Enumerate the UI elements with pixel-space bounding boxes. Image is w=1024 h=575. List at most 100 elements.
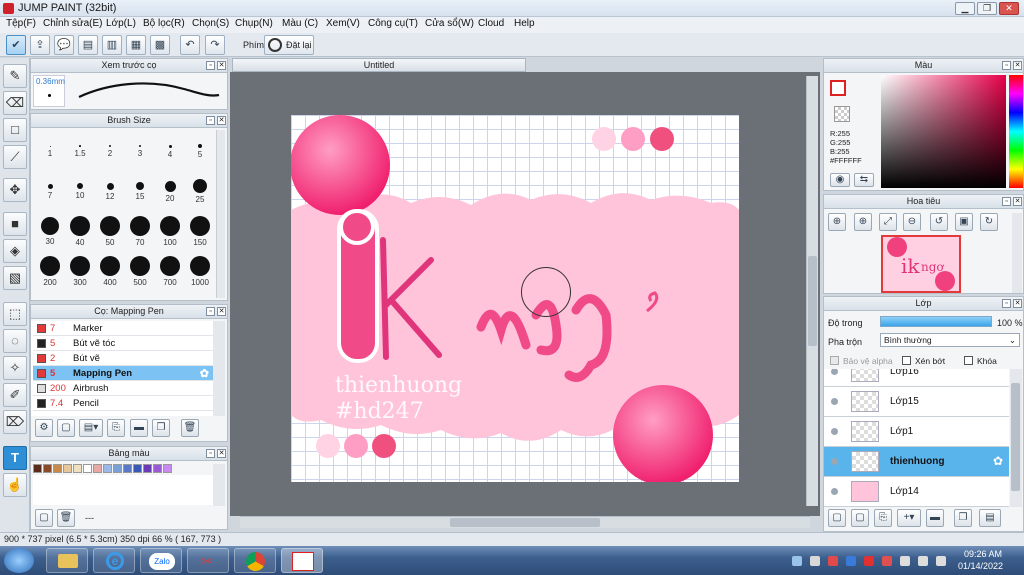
palette-swatch[interactable] — [133, 464, 142, 473]
panel-close-icon[interactable]: ✕ — [1013, 61, 1022, 70]
panel-restore-icon[interactable]: ▫ — [1002, 299, 1011, 308]
palette-swatch[interactable] — [163, 464, 172, 473]
brush-size-option[interactable]: 700 — [155, 256, 185, 287]
palette-swatch[interactable] — [63, 464, 72, 473]
menu-filter[interactable]: Bộ lọc(R) — [143, 18, 185, 29]
brush-size-option[interactable]: 3 — [125, 136, 155, 158]
minimize-button[interactable]: ▁ — [955, 2, 975, 15]
rotate-right-icon[interactable]: ↻ — [980, 213, 998, 231]
hscroll-thumb[interactable] — [450, 518, 600, 527]
layer-visibility-icon[interactable] — [831, 369, 838, 375]
copy-layer-icon[interactable]: ⎘ — [874, 509, 892, 527]
protect-alpha-checkbox[interactable] — [830, 356, 839, 365]
canvas-hscroll[interactable] — [240, 516, 810, 528]
menu-layer[interactable]: Lớp(L) — [106, 18, 136, 29]
start-button[interactable] — [4, 548, 34, 573]
fill-rect-tool-icon[interactable]: ■ — [3, 212, 27, 236]
brush-size-option[interactable]: 40 — [65, 216, 95, 247]
delete-color-icon[interactable]: 🗑 — [57, 509, 75, 527]
select-eraser-tool-icon[interactable]: ⌦ — [3, 410, 27, 434]
lasso-tool-icon[interactable]: ◌ — [3, 329, 27, 353]
palette-swatch[interactable] — [123, 464, 132, 473]
hue-slider[interactable] — [1009, 75, 1023, 188]
layer-row[interactable]: Lớp14 — [824, 477, 1009, 507]
menu-tools[interactable]: Công cụ(T) — [368, 18, 418, 29]
panel-restore-icon[interactable]: ▫ — [1002, 61, 1011, 70]
eraser-tool-icon[interactable]: ⌫ — [3, 91, 27, 115]
select-mode-icon[interactable]: ✔ — [6, 35, 26, 55]
palette-swatch[interactable] — [143, 464, 152, 473]
saturation-value-picker[interactable] — [881, 75, 1006, 188]
navigator-thumbnail[interactable]: ik ngơ — [881, 235, 961, 293]
brush-list-item[interactable]: 7 Marker — [33, 321, 213, 336]
palette-swatch[interactable] — [93, 464, 102, 473]
layer-scrollbar[interactable] — [1010, 369, 1022, 507]
palette-swatch[interactable] — [33, 464, 42, 473]
layer-add-menu-icon[interactable]: +▾ — [897, 509, 921, 527]
lock-checkbox[interactable] — [964, 356, 973, 365]
palette-swatch[interactable] — [113, 464, 122, 473]
layer-menu-icon[interactable]: ▤ — [979, 509, 1001, 527]
rotate-left-icon[interactable]: ↺ — [930, 213, 948, 231]
tray-icon[interactable] — [864, 556, 874, 566]
gear-icon[interactable]: ✿ — [993, 454, 1003, 468]
panel-restore-icon[interactable]: ▫ — [206, 307, 215, 316]
palette-swatch[interactable] — [53, 464, 62, 473]
brush-size-option[interactable]: 50 — [95, 216, 125, 247]
new-layer-icon[interactable]: ▢ — [828, 509, 846, 527]
zalo-taskbar-icon[interactable]: Zalo — [140, 548, 182, 573]
foreground-color[interactable] — [830, 80, 846, 96]
panel-restore-icon[interactable]: ▫ — [206, 449, 215, 458]
zoom-in-2-icon[interactable]: ⊕ — [854, 213, 872, 231]
drawing-paper[interactable]: thienhuong #hd247 — [291, 115, 739, 482]
brush-size-option[interactable]: 1.5 — [65, 136, 95, 158]
panel-close-icon[interactable]: ✕ — [1013, 299, 1022, 308]
brush-size-option[interactable]: 100 — [155, 216, 185, 247]
panel-close-icon[interactable]: ✕ — [217, 449, 226, 458]
new-brush-icon[interactable]: ▢ — [57, 419, 75, 437]
brush-tool-icon[interactable]: ✎ — [3, 64, 27, 88]
close-button[interactable]: ✕ — [999, 2, 1019, 15]
tray-icon[interactable] — [810, 556, 820, 566]
menu-capture[interactable]: Chụp(N) — [235, 18, 273, 29]
tray-icon[interactable] — [846, 556, 856, 566]
clock-date[interactable]: 01/14/2022 — [958, 561, 1003, 571]
network-icon[interactable] — [918, 556, 928, 566]
panel-close-icon[interactable]: ✕ — [217, 307, 226, 316]
internet-explorer-taskbar-icon[interactable]: e — [93, 548, 135, 573]
eye-dropper-icon[interactable]: ◉ — [830, 173, 850, 187]
gear-icon[interactable]: ✿ — [200, 367, 209, 380]
brush-list-scrollbar[interactable] — [213, 321, 225, 416]
tray-icon[interactable] — [900, 556, 910, 566]
layer-row[interactable]: Lớp15 — [824, 387, 1009, 417]
layer-row[interactable]: Lớp1 — [824, 417, 1009, 447]
brush-size-option[interactable]: 70 — [125, 216, 155, 247]
brush-menu-icon[interactable]: ▤▾ — [79, 419, 103, 437]
panel-close-icon[interactable]: ✕ — [217, 61, 226, 70]
menu-window[interactable]: Cửa sổ(W) — [425, 18, 474, 29]
panel-restore-icon[interactable]: ▫ — [206, 116, 215, 125]
jump-paint-taskbar-icon[interactable] — [281, 548, 323, 573]
maximize-button[interactable]: ❐ — [977, 2, 997, 15]
page-icon[interactable]: ▥ — [102, 35, 122, 55]
layer-row[interactable]: thienhuong ✿ — [824, 447, 1009, 477]
tray-icon[interactable] — [882, 556, 892, 566]
brush-folder-icon[interactable]: ▬ — [130, 419, 148, 437]
redo-icon[interactable]: ↷ — [205, 35, 225, 55]
tray-icon[interactable] — [792, 556, 802, 566]
brush-list-item[interactable]: 7.4 Pencil — [33, 396, 213, 411]
magic-wand-tool-icon[interactable]: ✧ — [3, 356, 27, 380]
canvas-vscroll[interactable] — [806, 76, 818, 506]
layer-visibility-icon[interactable] — [831, 398, 838, 405]
brush-size-option[interactable]: 1 — [35, 136, 65, 158]
brush-size-option[interactable]: 25 — [185, 176, 215, 204]
duplicate-brush-icon[interactable]: ❐ — [152, 419, 170, 437]
background-color[interactable] — [834, 106, 850, 122]
brush-list-item[interactable]: 5 Bút vẽ tóc — [33, 336, 213, 351]
merge-layer-icon[interactable]: ❐ — [954, 509, 972, 527]
delete-brush-icon[interactable]: 🗑 — [181, 419, 199, 437]
palette-swatch[interactable] — [153, 464, 162, 473]
brush-size-option[interactable]: 15 — [125, 176, 155, 201]
palette-scrollbar[interactable] — [213, 464, 225, 506]
new-layer-2-icon[interactable]: ▢ — [851, 509, 869, 527]
